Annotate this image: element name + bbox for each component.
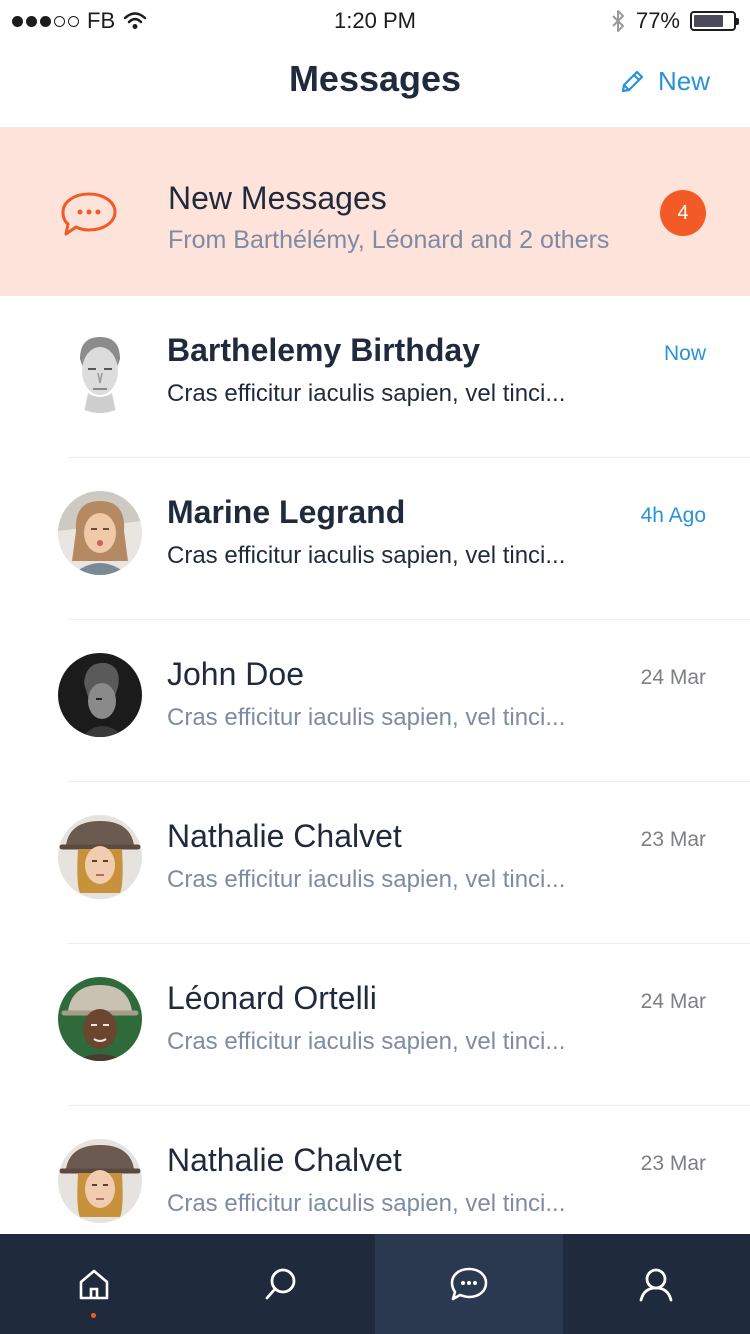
tab-search[interactable]	[188, 1234, 376, 1334]
avatar	[58, 329, 142, 413]
new-message-button[interactable]: New	[618, 66, 710, 97]
contact-name: Barthelemy Birthday	[167, 332, 480, 368]
tab-profile[interactable]	[563, 1234, 750, 1334]
contact-name: John Doe	[167, 656, 304, 692]
active-indicator-dot	[91, 1313, 97, 1318]
tab-bar	[0, 1234, 750, 1334]
message-time: Now	[663, 342, 706, 365]
chat-bubble-icon	[61, 192, 117, 236]
battery-icon	[690, 11, 739, 31]
search-icon	[265, 1268, 296, 1300]
avatar	[58, 815, 142, 899]
avatar	[58, 491, 142, 575]
battery-percent: 77%	[635, 8, 680, 33]
message-time: 24 Mar	[640, 990, 706, 1013]
status-bar: FB 1:20 PM 77%	[0, 0, 750, 42]
message-preview: Cras efficitur iaculis sapien, vel tinci…	[167, 380, 566, 407]
message-preview: Cras efficitur iaculis sapien, vel tinci…	[167, 866, 566, 893]
message-preview: Cras efficitur iaculis sapien, vel tinci…	[167, 542, 566, 569]
conversation-row[interactable]: Barthelemy Birthday Cras efficitur iacul…	[0, 296, 750, 458]
tab-home[interactable]	[0, 1234, 188, 1334]
contact-name: Marine Legrand	[167, 494, 406, 530]
new-messages-banner[interactable]: New Messages From Barthélémy, Léonard an…	[0, 128, 750, 296]
bluetooth-icon	[612, 10, 624, 32]
avatar	[58, 653, 142, 737]
contact-name: Léonard Ortelli	[167, 980, 377, 1016]
contact-name: Nathalie Chalvet	[167, 1142, 402, 1178]
battery-fill	[694, 15, 724, 27]
navigation-header: Messages New	[0, 42, 750, 128]
avatar	[58, 1139, 142, 1223]
chat-icon	[450, 1267, 488, 1301]
new-button-label: New	[657, 66, 710, 96]
conversation-row[interactable]: Marine Legrand Cras efficitur iaculis sa…	[0, 458, 750, 620]
conversation-list: Barthelemy Birthday Cras efficitur iacul…	[0, 296, 750, 1268]
conversation-row[interactable]: Nathalie Chalvet Cras efficitur iaculis …	[0, 782, 750, 944]
message-preview: Cras efficitur iaculis sapien, vel tinci…	[167, 1028, 566, 1055]
avatar	[58, 977, 142, 1061]
profile-icon	[639, 1268, 673, 1302]
message-time: 23 Mar	[640, 1152, 706, 1175]
message-preview: Cras efficitur iaculis sapien, vel tinci…	[167, 704, 566, 731]
tab-messages[interactable]	[375, 1234, 563, 1334]
banner-title: New Messages	[168, 180, 387, 216]
contact-name: Nathalie Chalvet	[167, 818, 402, 854]
message-time: 23 Mar	[640, 828, 706, 851]
message-preview: Cras efficitur iaculis sapien, vel tinci…	[167, 1190, 566, 1217]
message-time: 24 Mar	[640, 666, 706, 689]
message-time: 4h Ago	[640, 504, 706, 527]
home-icon	[79, 1269, 109, 1300]
unread-count-badge: 4	[660, 190, 706, 236]
pencil-icon	[621, 70, 644, 92]
conversation-row[interactable]: Léonard Ortelli Cras efficitur iaculis s…	[0, 944, 750, 1106]
banner-subtitle: From Barthélémy, Léonard and 2 others	[168, 226, 610, 254]
conversation-row[interactable]: John Doe Cras efficitur iaculis sapien, …	[0, 620, 750, 782]
status-right: 77%	[610, 8, 739, 34]
